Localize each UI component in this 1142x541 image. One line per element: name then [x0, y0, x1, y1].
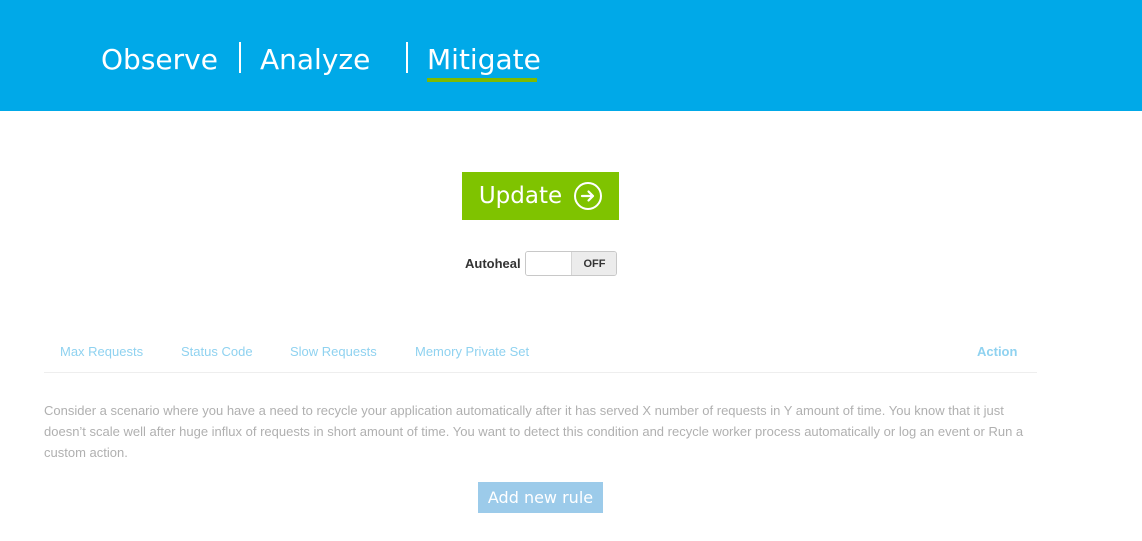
action-header: Action — [977, 344, 1018, 359]
nav-observe[interactable]: Observe — [101, 40, 218, 80]
main-nav: Observe Analyze Mitigate — [0, 0, 1142, 111]
tab-max-requests[interactable]: Max Requests — [60, 344, 143, 360]
rule-description: Consider a scenario where you have a nee… — [44, 403, 1024, 460]
nav-separator — [239, 42, 241, 73]
tab-status-code[interactable]: Status Code — [181, 344, 253, 360]
toggle-knob — [526, 252, 572, 275]
update-button-label: Update — [478, 183, 563, 209]
tab-memory-private-set[interactable]: Memory Private Set — [415, 344, 529, 360]
autoheal-toggle[interactable]: OFF — [525, 251, 617, 276]
nav-separator — [406, 42, 408, 73]
header-bar: Observe Analyze Mitigate — [0, 0, 1142, 111]
nav-mitigate[interactable]: Mitigate — [427, 40, 541, 80]
rule-tabs: Max Requests Status Code Slow Requests M… — [44, 336, 1037, 373]
tab-slow-requests[interactable]: Slow Requests — [290, 344, 377, 360]
arrow-circle-right-icon — [574, 182, 603, 210]
nav-analyze[interactable]: Analyze — [260, 40, 370, 80]
nav-active-underline — [427, 78, 537, 82]
add-new-rule-button[interactable]: Add new rule — [478, 482, 603, 513]
autoheal-label: Autoheal — [465, 256, 521, 271]
toggle-state: OFF — [572, 252, 616, 275]
update-button[interactable]: Update — [462, 172, 619, 220]
